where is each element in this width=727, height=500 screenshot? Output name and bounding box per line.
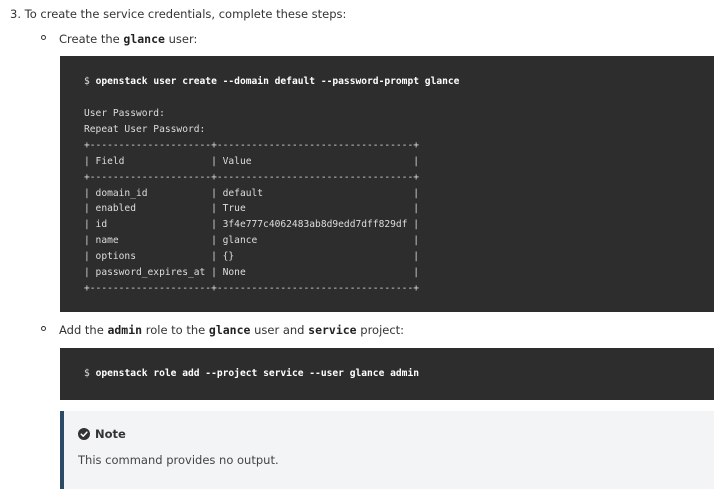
note-title: Note bbox=[78, 427, 126, 441]
code-prompt: $ bbox=[84, 76, 96, 87]
code-command[interactable]: openstack role add --project service --u… bbox=[96, 368, 419, 379]
code-prompt: $ bbox=[84, 368, 96, 379]
inline-code-glance: glance bbox=[208, 323, 251, 337]
check-circle-icon bbox=[78, 428, 90, 440]
code-command-line[interactable]: $ openstack user create --domain default… bbox=[84, 74, 459, 90]
code-block-role-add[interactable]: $ openstack role add --project service -… bbox=[60, 348, 714, 400]
note-admonition: Note This command provides no output. bbox=[60, 411, 714, 489]
bullet-add-role-text: Add the admin role to the glance user an… bbox=[59, 323, 404, 337]
note-title-label: Note bbox=[95, 427, 126, 441]
code-command[interactable]: openstack user create --domain default -… bbox=[96, 76, 460, 87]
inline-code-admin: admin bbox=[107, 323, 143, 337]
bullet-create-user-text: Create the glance user: bbox=[59, 32, 197, 46]
bullet-create-user-prefix: Create the bbox=[59, 32, 124, 46]
bullet-add-role-part4: project: bbox=[356, 323, 405, 337]
code-block-user-create[interactable]: $ openstack user create --domain default… bbox=[60, 56, 714, 312]
inline-code-service: service bbox=[308, 323, 357, 337]
bullet-add-role-part2: role to the bbox=[142, 323, 209, 337]
inline-code-glance: glance bbox=[123, 32, 165, 46]
bullet-circle-icon bbox=[41, 35, 46, 40]
bullet-add-role-part1: Add the bbox=[59, 323, 108, 337]
bullet-add-role-part3: user and bbox=[250, 323, 309, 337]
bullet-add-role: Add the admin role to the glance user an… bbox=[41, 322, 404, 338]
code-output[interactable]: User Password: Repeat User Password: +--… bbox=[84, 106, 419, 297]
code-command-line[interactable]: $ openstack role add --project service -… bbox=[84, 366, 419, 382]
step-heading: 3. To create the service credentials, co… bbox=[10, 7, 347, 21]
bullet-create-user-suffix: user: bbox=[164, 32, 198, 46]
bullet-circle-icon bbox=[41, 326, 46, 331]
note-body: This command provides no output. bbox=[78, 453, 279, 467]
bullet-create-user: Create the glance user: bbox=[41, 31, 197, 47]
